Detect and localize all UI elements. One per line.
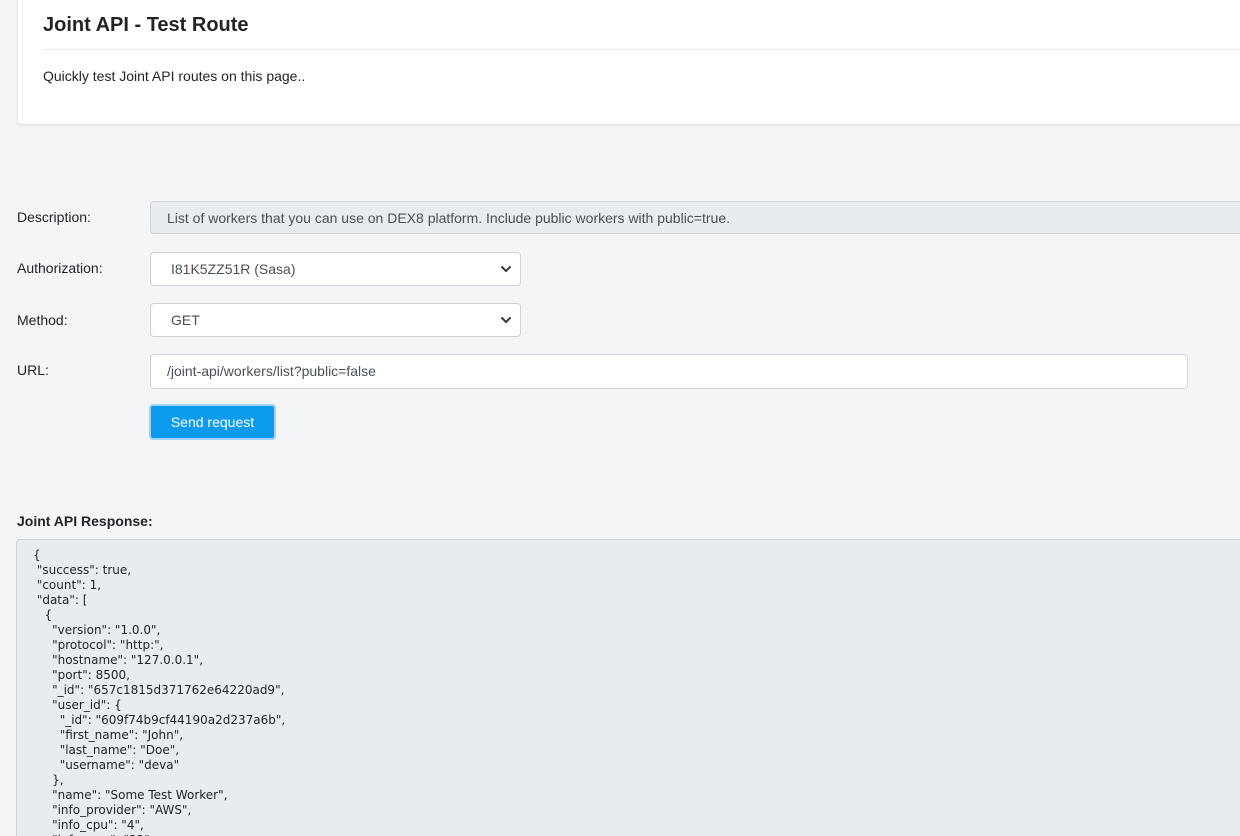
header-divider	[43, 49, 1240, 50]
method-label: Method:	[17, 312, 68, 328]
url-label: URL:	[17, 362, 49, 378]
response-label: Joint API Response:	[17, 513, 153, 529]
response-box: { "success": true, "count": 1, "data": […	[16, 539, 1240, 836]
chevron-down-icon	[501, 266, 511, 272]
header-card: Joint API - Test Route Quickly test Join…	[17, 0, 1240, 125]
authorization-label: Authorization:	[17, 260, 103, 276]
send-request-button[interactable]: Send request	[149, 404, 276, 440]
page-title: Joint API - Test Route	[43, 14, 249, 36]
method-select[interactable]: GET	[150, 303, 521, 337]
authorization-select[interactable]: I81K5ZZ51R (Sasa)	[150, 252, 521, 286]
page: Joint API - Test Route Quickly test Join…	[0, 0, 1240, 836]
method-select-value: GET	[171, 312, 200, 328]
chevron-down-icon	[501, 317, 511, 323]
page-subtitle: Quickly test Joint API routes on this pa…	[43, 68, 306, 84]
authorization-select-value: I81K5ZZ51R (Sasa)	[171, 261, 296, 277]
response-json: { "success": true, "count": 1, "data": […	[33, 548, 286, 836]
url-input[interactable]: /joint-api/workers/list?public=false	[150, 354, 1188, 389]
description-label: Description:	[17, 209, 91, 225]
description-field: List of workers that you can use on DEX8…	[150, 201, 1240, 234]
